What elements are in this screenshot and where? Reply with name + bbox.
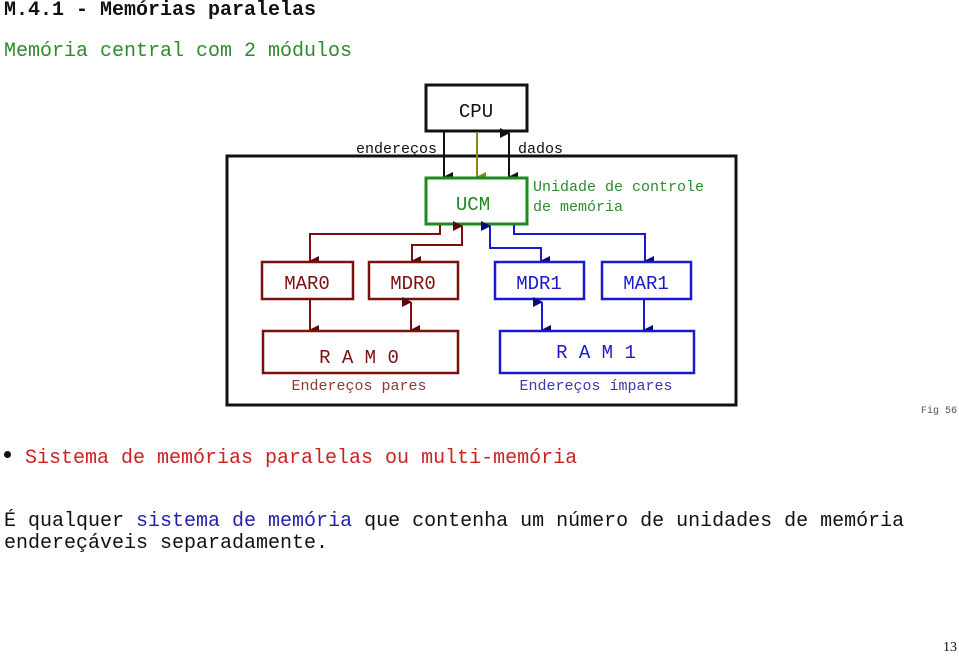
ram1-label: R A M 1 [556,342,636,364]
mar1-label: MAR1 [623,273,669,295]
definition-paragraph: É qualquer sistema de memória que conten… [4,511,959,555]
ucm-mdr1-data-arrow [481,221,550,266]
mdr0-label: MDR0 [390,273,436,295]
ram0-label: R A M 0 [319,347,399,369]
ucm-to-mar1-arrow [513,225,654,266]
mdr1-label: MDR1 [516,273,562,295]
mar0-label: MAR0 [284,273,330,295]
figure-label: Fig 56 [920,406,957,417]
bullet-icon [4,451,11,459]
page-number: 13 [943,640,957,655]
ram0-caption: Endereços pares [291,378,426,395]
ram1-caption: Endereços ímpares [519,378,672,395]
ucm-description-line1: Unidade de controle [533,179,704,196]
memory-diagram: CPU endereços dados UCM Unidade de contr… [225,83,738,407]
ucm-label: UCM [456,194,490,216]
paragraph-highlight: sistema de memória [136,510,353,533]
ucm-to-mar0-arrow [309,225,441,266]
ucm-description-line2: de memória [533,199,623,216]
cpu-label: CPU [459,101,493,123]
data-bus-label: dados [518,141,563,158]
addresses-bus-label: endereços [356,141,437,158]
ucm-mdr0-data-arrow [411,221,463,266]
bullet-text: Sistema de memórias paralelas ou multi-m… [25,447,578,470]
bullet-item: Sistema de memórias paralelas ou multi-m… [4,447,577,470]
paragraph-part1: É qualquer [4,510,137,533]
